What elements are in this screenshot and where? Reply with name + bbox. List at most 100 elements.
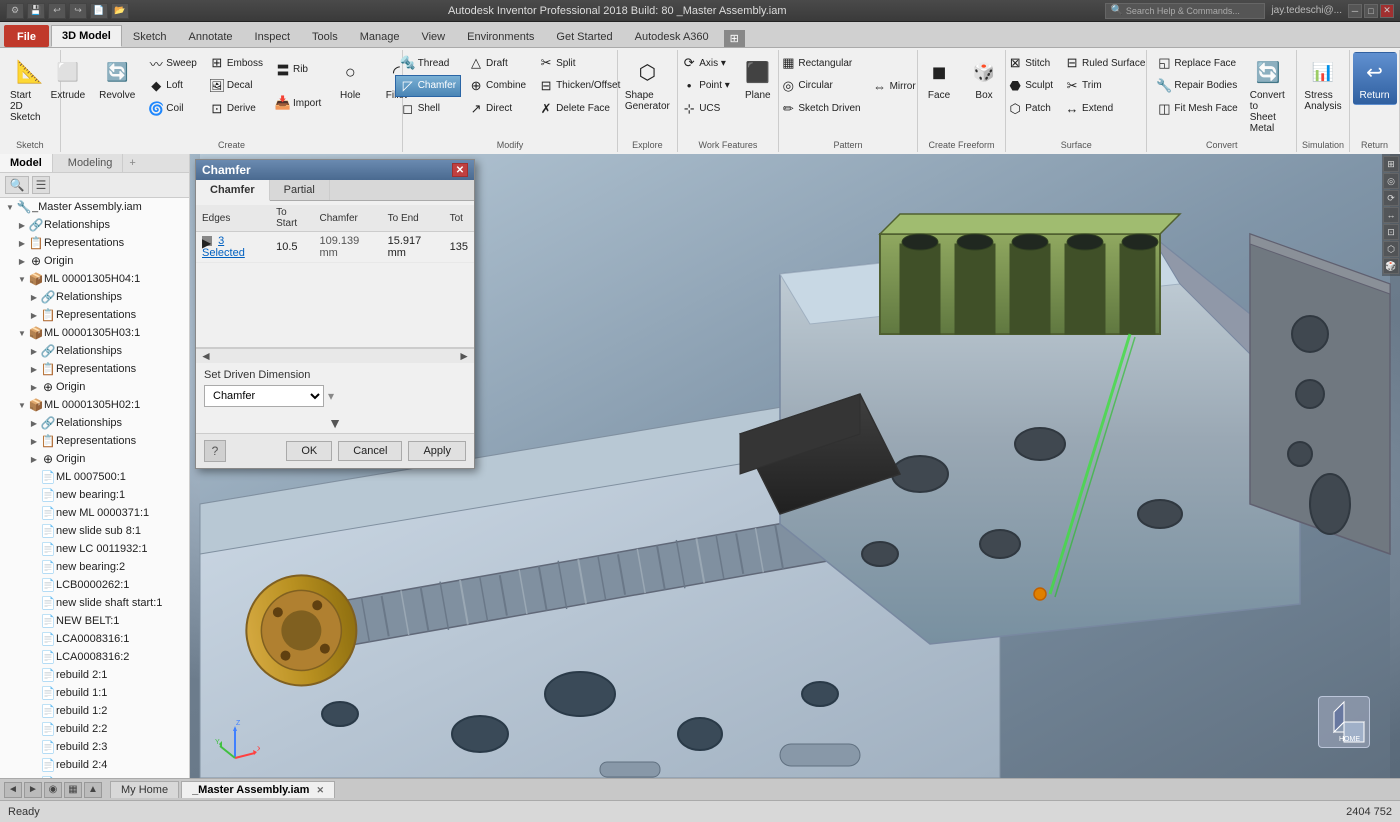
nav-back[interactable]: ◄ [4,782,22,798]
tree-item-nml[interactable]: 📄 new ML 0000371:1 [0,504,189,522]
tree-toggle-sh03_rel[interactable]: ▶ [28,345,40,357]
stitch-btn[interactable]: ⊠Stitch [1002,52,1058,74]
rt-btn-4[interactable]: ↔ [1383,207,1399,223]
tab-view[interactable]: View [410,25,456,47]
tree-toggle-sh02[interactable]: ▼ [16,399,28,411]
repair-bodies-btn[interactable]: 🔧Repair Bodies [1151,75,1242,97]
fit-mesh-face-btn[interactable]: ◫Fit Mesh Face [1151,98,1242,120]
return-btn[interactable]: ↩ Return [1353,52,1397,105]
minimize-btn[interactable]: ─ [1348,4,1362,18]
tree-item-lca2[interactable]: 📄 LCA0008316:2 [0,648,189,666]
tab-file[interactable]: File [4,25,49,47]
import-btn[interactable]: 📥Import [270,92,326,114]
tree-toggle-ori3[interactable]: ▶ [28,381,40,393]
tree-item-sh02[interactable]: ▼ 📦 ML 00001305H02:1 [0,396,189,414]
nav-grid[interactable]: ▦ [64,782,82,798]
tree-item-sh03[interactable]: ▼ 📦 ML 00001305H03:1 [0,324,189,342]
ruled-surface-btn[interactable]: ⊟Ruled Surface [1059,52,1150,74]
sketch-driven-btn[interactable]: ✏Sketch Driven [775,98,865,120]
tree-item-rb22[interactable]: 📄 rebuild 2:2 [0,720,189,738]
tree-item-rb25[interactable]: 📄 rebuild 2:5 [0,774,189,778]
point-btn[interactable]: •Point ▾ [676,75,735,97]
tree-item-ori3[interactable]: ▶ ⊕ Origin [0,378,189,396]
help-btn[interactable]: ? [204,440,226,462]
convert-to-sheet-metal-btn[interactable]: 🔄 Convert toSheet Metal [1244,52,1292,138]
tree-item-rel1[interactable]: ▶ 🔗 Relationships [0,216,189,234]
tree-menu-btn[interactable]: ☰ [32,176,50,194]
open-btn[interactable]: 📂 [111,3,129,19]
tab-sketch[interactable]: Sketch [122,25,178,47]
chamfer-tab-chamfer[interactable]: Chamfer [196,180,270,201]
combine-btn[interactable]: ⊕Combine [463,75,531,97]
undo-btn[interactable]: ↩ [48,3,66,19]
app-menu-btn[interactable]: ⚙ [6,3,24,19]
tree-toggle-rel1[interactable]: ▶ [16,219,28,231]
delete-face-btn[interactable]: ✗Delete Face [533,98,625,120]
tab-inspect[interactable]: Inspect [244,25,301,47]
circular-btn[interactable]: ◎Circular [775,75,865,97]
face-btn[interactable]: ◼ Face [917,52,961,105]
model-tab-modeling[interactable]: Modeling [58,154,124,172]
coil-btn[interactable]: 🌀Coil [143,98,202,120]
tree-search-btn[interactable]: 🔍 [5,176,29,194]
help-search[interactable]: 🔍 Search Help & Commands... [1105,3,1265,19]
tree-toggle-root[interactable]: ▼ [4,201,16,213]
rt-btn-5[interactable]: ⊡ [1383,224,1399,240]
tree-toggle-ori2[interactable]: ▶ [28,453,40,465]
viewport[interactable]: Chamfer ✕ Chamfer Partial Edges To Start… [190,154,1400,778]
sweep-btn[interactable]: 〰Sweep [143,52,202,74]
tree-toggle-sh04_rel[interactable]: ▶ [28,291,40,303]
tree-item-newbelt[interactable]: 📄 NEW BELT:1 [0,612,189,630]
plane-btn[interactable]: ⬛ Plane [736,52,780,105]
scroll-left-btn[interactable]: ◄ [200,349,212,363]
tree-item-rep1[interactable]: ▶ 📋 Representations [0,234,189,252]
ok-btn[interactable]: OK [286,441,332,461]
tree-item-rb12[interactable]: 📄 rebuild 1:2 [0,702,189,720]
cell-chamfer[interactable]: 109.139 mm [313,232,381,263]
tab-extra[interactable]: ⊞ [724,30,745,47]
driven-dim-select[interactable]: Chamfer To Start To End [204,385,324,407]
mirror-btn[interactable]: ⇔Mirror [867,75,921,97]
tree-item-nss[interactable]: 📄 new slide sub 8:1 [0,522,189,540]
tree-toggle-sh03_rep[interactable]: ▶ [28,363,40,375]
close-btn[interactable]: ✕ [1380,4,1394,18]
tree-item-sh03_rep[interactable]: ▶ 📋 Representations [0,360,189,378]
direct-btn[interactable]: ↗Direct [463,98,531,120]
tree-toggle-sh03[interactable]: ▼ [16,327,28,339]
tree-item-sh04[interactable]: ▼ 📦 ML 00001305H04:1 [0,270,189,288]
chamfer-btn[interactable]: ◸Chamfer [395,75,461,97]
model-tab-model[interactable]: Model [0,154,53,172]
tree-item-nlc[interactable]: 📄 new LC 0011932:1 [0,540,189,558]
tree-item-rb11[interactable]: 📄 rebuild 1:1 [0,684,189,702]
chamfer-close-btn[interactable]: ✕ [452,163,468,177]
tree-item-nsss[interactable]: 📄 new slide shaft start:1 [0,594,189,612]
tab-3dmodel[interactable]: 3D Model [51,25,122,47]
tab-tools[interactable]: Tools [301,25,349,47]
tree-item-nb1[interactable]: 📄 new bearing:1 [0,486,189,504]
save-btn[interactable]: 💾 [27,3,45,19]
apply-btn[interactable]: Apply [408,441,466,461]
expand-arrow[interactable]: ▼ [196,413,474,433]
thread-btn[interactable]: 🔩Thread [395,52,461,74]
draft-btn[interactable]: △Draft [463,52,531,74]
tab-a360[interactable]: Autodesk A360 [624,25,720,47]
tree-item-sh02_rep[interactable]: ▶ 📋 Representations [0,432,189,450]
rt-btn-3[interactable]: ⟳ [1383,190,1399,206]
tree-toggle-sh04_rep[interactable]: ▶ [28,309,40,321]
model-tab-add[interactable]: + [123,154,141,172]
extrude-btn[interactable]: ⬜ Extrude [45,52,91,105]
new-btn[interactable]: 📄 [90,3,108,19]
tree-item-nb2[interactable]: 📄 new bearing:2 [0,558,189,576]
tree-item-sh03_rel[interactable]: ▶ 🔗 Relationships [0,342,189,360]
tree-toggle-sh04[interactable]: ▼ [16,273,28,285]
tree-toggle-sh02_rep[interactable]: ▶ [28,435,40,447]
tree-item-rb24[interactable]: 📄 rebuild 2:4 [0,756,189,774]
trim-btn[interactable]: ✂Trim [1059,75,1150,97]
bottom-tab-file[interactable]: _Master Assembly.iam ✕ [181,781,335,798]
tree-toggle-sh02_rel[interactable]: ▶ [28,417,40,429]
rt-btn-1[interactable]: ⊞ [1383,156,1399,172]
decal-btn[interactable]: 🖼Decal [204,75,268,97]
stress-analysis-btn[interactable]: 📊 StressAnalysis [1298,52,1347,116]
hole-btn[interactable]: ○ Hole [328,52,372,105]
bottom-tab-close[interactable]: ✕ [317,785,325,795]
